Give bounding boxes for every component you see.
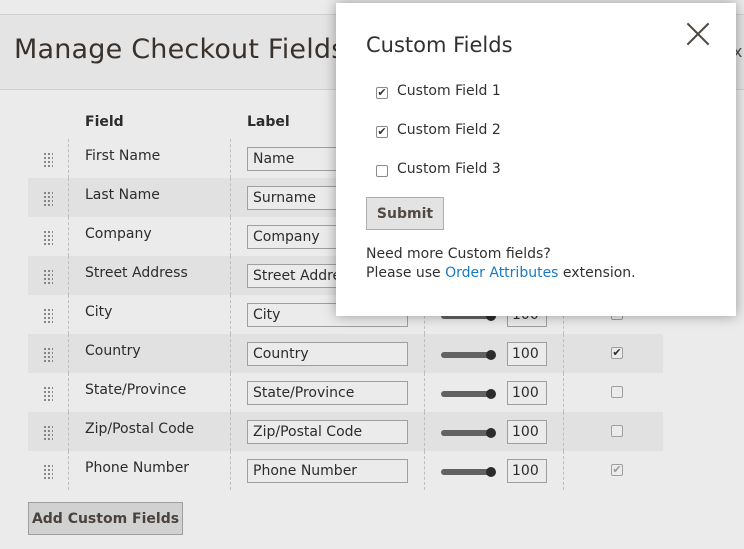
note-prefix: Please use (366, 265, 446, 281)
option-label: Custom Field 1 (397, 83, 501, 99)
note-line-2: Please use Order Attributes extension. (366, 265, 636, 281)
submit-button[interactable]: Submit (366, 197, 444, 230)
custom-fields-modal: Custom Fields ✔ Custom Field 1 ✔ Custom … (336, 3, 736, 316)
close-icon[interactable] (685, 21, 711, 47)
checkbox-checked[interactable]: ✔ (376, 126, 388, 138)
option-label: Custom Field 2 (397, 122, 501, 138)
note-suffix: extension. (558, 265, 636, 281)
checkbox-checked[interactable]: ✔ (376, 87, 388, 99)
option-label: Custom Field 3 (397, 161, 501, 177)
order-attributes-link[interactable]: Order Attributes (445, 265, 558, 281)
note-line-1: Need more Custom fields? (366, 246, 551, 262)
modal-title: Custom Fields (366, 33, 513, 57)
checkbox-unchecked[interactable] (376, 165, 388, 177)
